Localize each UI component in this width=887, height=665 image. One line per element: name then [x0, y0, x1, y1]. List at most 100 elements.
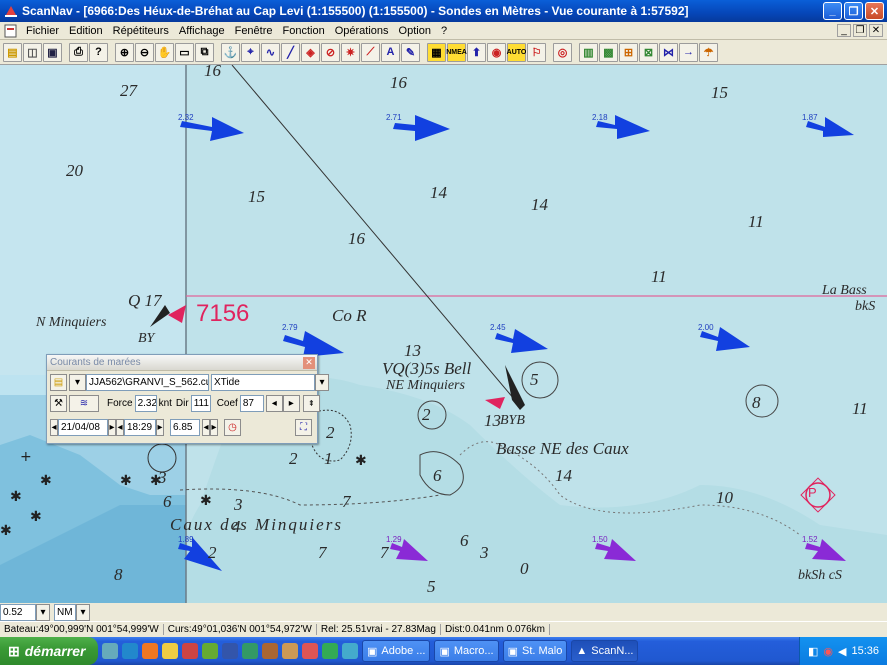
open-folder-icon[interactable]: ▤ — [50, 374, 67, 391]
time-prev-button[interactable]: ◂ — [116, 419, 124, 436]
time-field[interactable]: 18:29 — [124, 419, 156, 436]
task-adobe[interactable]: ▣ Adobe ... — [362, 640, 431, 662]
open-folder-icon[interactable]: ▤ — [3, 42, 22, 62]
menu-fonction[interactable]: Fonction — [278, 22, 330, 40]
current-arrow-icon[interactable]: → — [679, 42, 698, 62]
app-icon[interactable] — [182, 643, 198, 659]
height-field[interactable]: 6.85 — [170, 419, 200, 436]
pencil-icon[interactable]: ✎ — [401, 42, 420, 62]
task-st-malo[interactable]: ▣ St. Malo — [502, 640, 568, 662]
email-icon[interactable] — [282, 643, 298, 659]
height-next-button[interactable]: ▸ — [210, 419, 218, 436]
paint-icon[interactable] — [302, 643, 318, 659]
chart-map[interactable]: + ✱ ✱ ✱ ✱ ✱ ✱ ✱ ✱ 27 16 16 15 20 15 14 14 — [0, 65, 887, 603]
clock[interactable]: 15:36 — [851, 645, 879, 657]
lifebuoy-icon[interactable]: ◎ — [553, 42, 572, 62]
date-next-button[interactable]: ▸ — [108, 419, 116, 436]
hammer-icon[interactable]: ⚒ — [50, 395, 67, 412]
zoom-in-icon[interactable]: ⊕ — [115, 42, 134, 62]
folder-icon[interactable] — [162, 643, 178, 659]
unit-select[interactable]: NM — [54, 603, 76, 621]
word-icon[interactable] — [222, 643, 238, 659]
layers-icon[interactable]: ◫ — [23, 42, 42, 62]
tide-icon[interactable]: ▩ — [599, 42, 618, 62]
antivirus-icon[interactable]: ◉ — [823, 645, 833, 658]
chart-list-icon[interactable]: ▥ — [579, 42, 598, 62]
text-icon[interactable]: A — [381, 42, 400, 62]
help-icon[interactable]: ? — [89, 42, 108, 62]
polar-icon[interactable]: ⋈ — [659, 42, 678, 62]
coef-next-button[interactable]: ▸ — [282, 395, 300, 412]
mark-icon[interactable]: ✷ — [341, 42, 360, 62]
menu-fichier[interactable]: Fichier — [21, 22, 64, 40]
waypoint-icon[interactable]: ◈ — [301, 42, 320, 62]
task-scannav[interactable]: ▲ ScanN... — [571, 640, 639, 662]
panel-close-button[interactable]: ✕ — [303, 356, 315, 369]
zoom-out-icon[interactable]: ⊖ — [135, 42, 154, 62]
mdi-close-button[interactable]: ✕ — [869, 24, 883, 37]
maximize-button[interactable]: ❐ — [844, 2, 863, 20]
start-button[interactable]: ⊞ démarrer — [0, 637, 98, 665]
current-grid-icon[interactable]: ⊠ — [639, 42, 658, 62]
date-prev-button[interactable]: ◂ — [50, 419, 58, 436]
image-icon[interactable] — [342, 643, 358, 659]
crosshair-icon[interactable]: ⌖ — [241, 42, 260, 62]
current-file-field[interactable]: JJA562\GRANVI_S_562.cur — [86, 374, 209, 391]
tool-icon[interactable] — [262, 643, 278, 659]
menu-operations[interactable]: Opérations — [330, 22, 394, 40]
force-field[interactable]: 2.32 — [134, 395, 157, 412]
minimize-button[interactable]: _ — [823, 2, 842, 20]
date-field[interactable]: 21/04/08 — [58, 419, 108, 436]
hand-icon[interactable]: ✋ — [155, 42, 174, 62]
compass-draw-icon[interactable]: ⊘ — [321, 42, 340, 62]
height-prev-button[interactable]: ◂ — [202, 419, 210, 436]
task-macro[interactable]: ▣ Macro... — [434, 640, 499, 662]
print-icon[interactable]: ⎙ — [69, 42, 88, 62]
file-dropdown-button[interactable]: ▾ — [69, 374, 86, 391]
save-icon[interactable]: ▣ — [43, 42, 62, 62]
collapse-button[interactable]: ⇞ — [302, 395, 320, 412]
measure-icon[interactable]: ⟋ — [361, 42, 380, 62]
mdi-restore-button[interactable]: ❐ — [853, 24, 867, 37]
dir-field[interactable]: 111 — [190, 395, 211, 412]
source-dropdown-button[interactable]: ▾ — [315, 374, 329, 391]
route-icon[interactable]: ∿ — [261, 42, 280, 62]
expand-icon[interactable]: ⛶ — [295, 419, 312, 436]
time-next-button[interactable]: ▸ — [156, 419, 164, 436]
zoom-window-icon[interactable]: ⧉ — [195, 42, 214, 62]
menu-fenetre[interactable]: Fenêtre — [230, 22, 278, 40]
scale-field[interactable]: 0.52 — [0, 603, 36, 621]
menu-help[interactable]: ? — [436, 22, 452, 40]
anchor-icon[interactable]: ⚓ — [221, 42, 240, 62]
chart-app-icon[interactable] — [242, 643, 258, 659]
menu-affichage[interactable]: Affichage — [174, 22, 230, 40]
mdi-minimize-button[interactable]: _ — [837, 24, 851, 37]
clock-icon[interactable]: ◷ — [224, 419, 241, 436]
media-icon[interactable] — [202, 643, 218, 659]
man-overboard-icon[interactable]: ⚐ — [527, 42, 546, 62]
tide-curve-icon[interactable]: ≋ — [69, 395, 99, 412]
coef-field[interactable]: 87 — [239, 395, 264, 412]
browser-icon[interactable] — [122, 643, 138, 659]
unit-dropdown-button[interactable]: ▾ — [76, 603, 90, 621]
gps-icon[interactable]: ▦ — [427, 42, 446, 62]
menu-repetiteurs[interactable]: Répétiteurs — [108, 22, 174, 40]
coef-prev-button[interactable]: ◂ — [265, 395, 283, 412]
grid-icon[interactable]: ⊞ — [619, 42, 638, 62]
target-icon[interactable]: ◉ — [487, 42, 506, 62]
autopilot-icon[interactable]: AUTO — [507, 42, 526, 62]
line-icon[interactable]: ╱ — [281, 42, 300, 62]
excel-icon[interactable] — [322, 643, 338, 659]
document-icon[interactable] — [3, 24, 19, 38]
weather-icon[interactable]: ☂ — [699, 42, 718, 62]
menu-edition[interactable]: Edition — [64, 22, 108, 40]
scale-dropdown-button[interactable]: ▾ — [36, 603, 50, 621]
volume-icon[interactable]: ◀ — [838, 645, 846, 658]
source-select[interactable]: XTide — [211, 374, 315, 391]
close-button[interactable]: ✕ — [865, 2, 884, 20]
menu-option[interactable]: Option — [394, 22, 436, 40]
firefox-icon[interactable] — [142, 643, 158, 659]
desktop-icon[interactable] — [102, 643, 118, 659]
nmea-icon[interactable]: NMEA — [446, 42, 467, 62]
up-arrow-icon[interactable]: ⬆ — [467, 42, 486, 62]
